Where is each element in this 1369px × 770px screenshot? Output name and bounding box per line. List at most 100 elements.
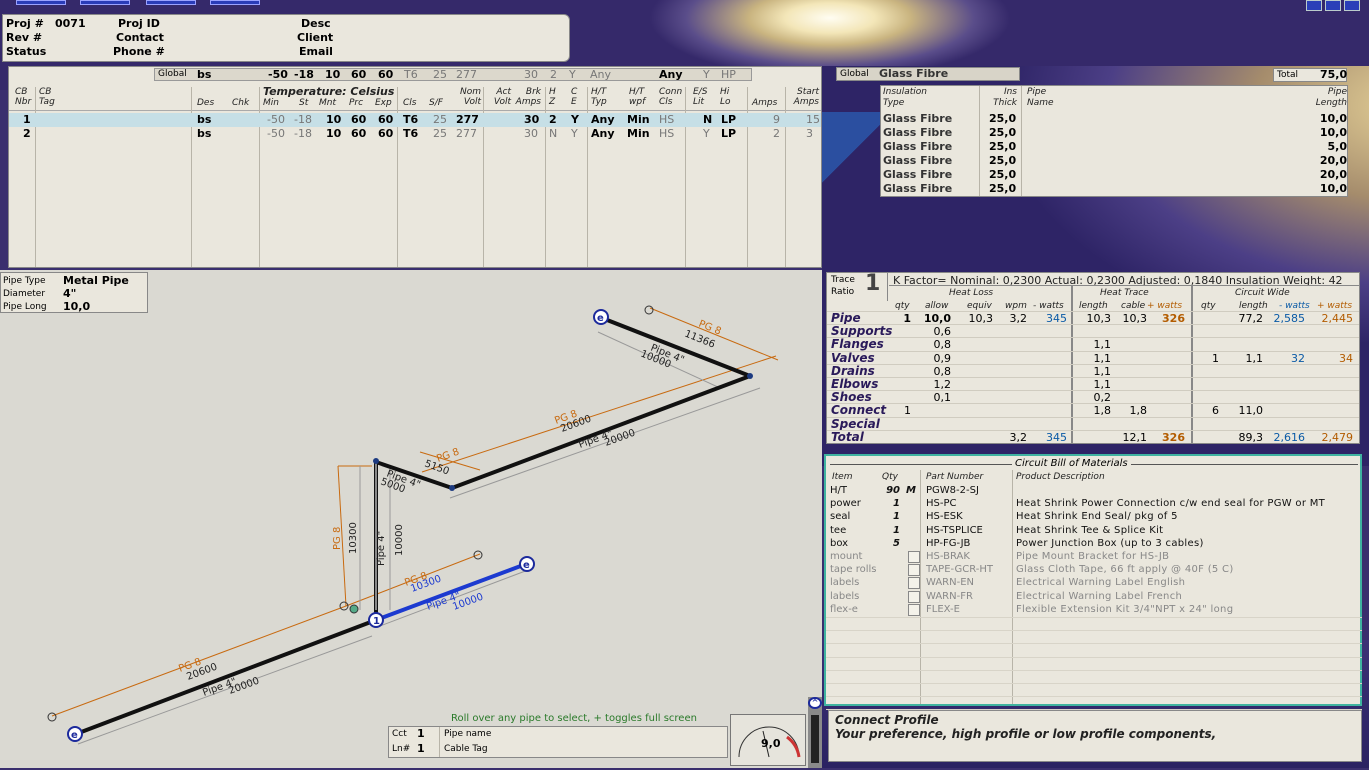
pipe-segment-1[interactable] — [75, 618, 377, 736]
global-min[interactable]: -50 — [268, 68, 288, 81]
close-icon[interactable] — [1344, 0, 1360, 11]
include-checkbox[interactable] — [908, 577, 920, 590]
pipe-runs — [75, 316, 751, 736]
elbow-icon — [373, 458, 379, 464]
global-amps[interactable]: 30 — [524, 68, 538, 81]
pipe-segment-selected[interactable] — [375, 562, 527, 622]
heat-trace-lines — [51, 307, 779, 717]
include-checkbox[interactable] — [908, 564, 920, 577]
table-row[interactable]: 2 bs -50 -18 10 60 60 T6 25 277 30 N Y A… — [9, 127, 821, 141]
include-checkbox[interactable] — [908, 590, 920, 603]
bom-row[interactable]: power 1 HS-PC Heat Shrink Power Connection … — [826, 498, 1362, 511]
heat-row: Valves 0,9 1,1 1 1,1 32 34 — [827, 350, 1359, 365]
global-st[interactable]: -18 — [294, 68, 314, 81]
global-row[interactable]: Global bs -50 -18 10 60 60 T6 25 277 30 … — [154, 68, 752, 81]
h-conn-cls: Conn Cls — [659, 87, 683, 107]
client-label: Client — [297, 31, 334, 44]
menu-help[interactable] — [210, 0, 260, 5]
menu-view[interactable] — [146, 0, 196, 5]
h-chk: Chk — [232, 98, 250, 108]
global-ht-typ[interactable]: Any — [590, 68, 611, 81]
global-ce[interactable]: Y — [569, 68, 576, 81]
bom-row[interactable]: labels WARN-FR Electrical Warning Label Fr… — [826, 590, 1362, 604]
menu-file[interactable] — [16, 0, 66, 5]
bom-empty-row — [826, 683, 1362, 684]
h-act-volt: Act Volt — [493, 87, 511, 107]
cct-box: Cct 1 Pipe name Ln# 1 Cable Tag — [388, 726, 728, 758]
bom-row[interactable]: labels WARN-EN Electrical Warning Label En… — [826, 577, 1362, 590]
h-prc: Prc — [349, 98, 364, 108]
bom-row[interactable]: seal 1 HS-ESK Heat Shrink End Seal/ pkg of … — [826, 511, 1362, 524]
bom-empty-row — [826, 643, 1362, 645]
proj-no-value[interactable]: 0071 — [55, 17, 86, 30]
global-ht-wpf[interactable]: Any — [659, 68, 683, 81]
h-cb-tag: CB Tag — [39, 87, 55, 107]
global-cls[interactable]: T6 — [404, 68, 418, 81]
bom-title: Circuit Bill of Materials — [1012, 458, 1131, 469]
insulation-total: Total 75,0 — [1273, 68, 1347, 82]
vertical-slider[interactable]: ^ — [808, 697, 822, 768]
profile-text: Your preference, high profile or low pro… — [835, 727, 1217, 741]
insulation-corner-graphic — [822, 112, 880, 196]
label-pg8-4: PG 8 — [332, 527, 343, 550]
global-prc[interactable]: 60 — [351, 68, 366, 81]
insulation-row[interactable]: Glass Fibre 25,0 5,0 — [881, 140, 1359, 154]
junction-box-icon — [47, 712, 57, 722]
svg-text:e: e — [71, 730, 78, 741]
h-sf: S/F — [429, 98, 443, 108]
bom-row[interactable]: box 5 HP-FG-JB Power Junction Box (up to 3 … — [826, 538, 1362, 551]
h-exp: Exp — [375, 98, 392, 108]
window-controls — [1306, 0, 1362, 12]
include-checkbox[interactable] — [908, 603, 920, 616]
label-dim-10300-1: 10300 — [348, 522, 359, 554]
label-dim-10000-2: 10000 — [394, 524, 405, 556]
insulation-global[interactable]: Global Glass Fibre — [836, 67, 1020, 81]
maximize-icon[interactable] — [1325, 0, 1341, 11]
insulation-row[interactable]: Glass Fibre 25,0 20,0 — [881, 168, 1359, 182]
circuit-table: Global bs -50 -18 10 60 60 T6 25 277 30 … — [8, 66, 822, 268]
circuit-header-row: CB Nbr CB Tag Des Chk Temperature: Celsi… — [9, 85, 821, 111]
h-es-lit: E/S Lit — [693, 87, 708, 107]
global-exp[interactable]: 60 — [378, 68, 393, 81]
slider-thumb[interactable] — [811, 715, 819, 763]
global-hz[interactable]: 2 — [550, 68, 557, 81]
global-lo[interactable]: HP — [721, 68, 736, 81]
bom-row[interactable]: tee 1 HS-TSPLICE Heat Shrink Tee & Splice K… — [826, 525, 1362, 538]
insulation-row[interactable]: Glass Fibre 25,0 20,0 — [881, 154, 1359, 168]
h-cb-nbr: CB Nbr — [15, 87, 32, 107]
bom-row[interactable]: mount HS-BRAK Pipe Mount Bracket for HS-JB — [826, 551, 1362, 564]
global-volt[interactable]: 277 — [456, 68, 477, 81]
elbow-icon — [449, 485, 455, 491]
bom-empty-row — [826, 656, 1362, 658]
ln-value[interactable]: 1 — [417, 742, 425, 755]
heat-row: Flanges 0,8 1,1 — [827, 337, 1359, 351]
pipe-drawing-area[interactable]: Pipe Type Metal Pipe Diameter 4" Pipe Lo… — [0, 270, 822, 768]
bom-row[interactable]: tape rolls TAPE-GCR-HT Glass Cloth Tape, 6… — [826, 564, 1362, 577]
global-des[interactable]: bs — [197, 68, 211, 81]
cct-value[interactable]: 1 — [417, 727, 425, 740]
menu-edit[interactable] — [80, 0, 130, 5]
global-lit[interactable]: Y — [703, 68, 710, 81]
h-amps: Amps — [752, 98, 778, 108]
chevron-up-icon[interactable]: ^ — [808, 697, 822, 709]
contact-label: Contact — [116, 31, 164, 44]
bom-row[interactable]: flex-e FLEX-E Flexible Extension Kit 3/4"N… — [826, 603, 1362, 617]
isometric-pipe-drawing[interactable]: PG 8 11366 Pipe 4" 10000 PG 8 20600 Pipe… — [0, 270, 822, 768]
global-mnt[interactable]: 10 — [325, 68, 340, 81]
ratio-value[interactable]: 1 — [865, 271, 880, 296]
h-ce: C E — [571, 87, 578, 107]
zoom-gauge[interactable]: 9,0 — [730, 714, 806, 766]
h-ht-typ: H/T Typ — [591, 87, 607, 107]
include-checkbox[interactable] — [908, 551, 920, 563]
insulation-row[interactable]: Glass Fibre 25,0 10,0 — [881, 182, 1359, 196]
table-row[interactable]: 1 bs -50 -18 10 60 60 T6 25 277 30 2 Y A… — [9, 113, 821, 127]
bom-row[interactable]: H/T 90 M PGW8-2-SJ — [826, 485, 1362, 498]
label-pipe-4-4: Pipe 4" — [376, 531, 387, 566]
desc-label: Desc — [301, 17, 331, 30]
connect-profile: Connect Profile Your preference, high pr… — [828, 710, 1362, 762]
global-sf[interactable]: 25 — [433, 68, 447, 81]
svg-text:1: 1 — [373, 616, 380, 627]
minimize-icon[interactable] — [1306, 0, 1322, 11]
insulation-row[interactable]: Glass Fibre 25,0 10,0 — [881, 112, 1359, 126]
insulation-row[interactable]: Glass Fibre 25,0 10,0 — [881, 126, 1359, 140]
